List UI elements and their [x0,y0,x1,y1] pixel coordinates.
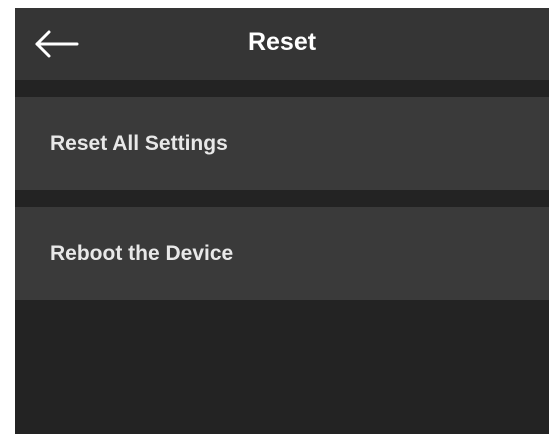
reboot-device-item[interactable]: Reboot the Device [15,207,549,300]
reset-all-settings-item[interactable]: Reset All Settings [15,97,549,190]
arrow-left-icon [35,30,79,58]
section-divider [15,80,549,97]
section-divider [15,190,549,207]
reset-screen: Reset Reset All Settings Reboot the Devi… [15,8,549,434]
back-button[interactable] [31,24,83,64]
reset-all-settings-label: Reset All Settings [50,132,228,155]
header-bar: Reset [15,8,549,80]
reboot-device-label: Reboot the Device [50,242,234,265]
page-title: Reset [247,28,317,56]
